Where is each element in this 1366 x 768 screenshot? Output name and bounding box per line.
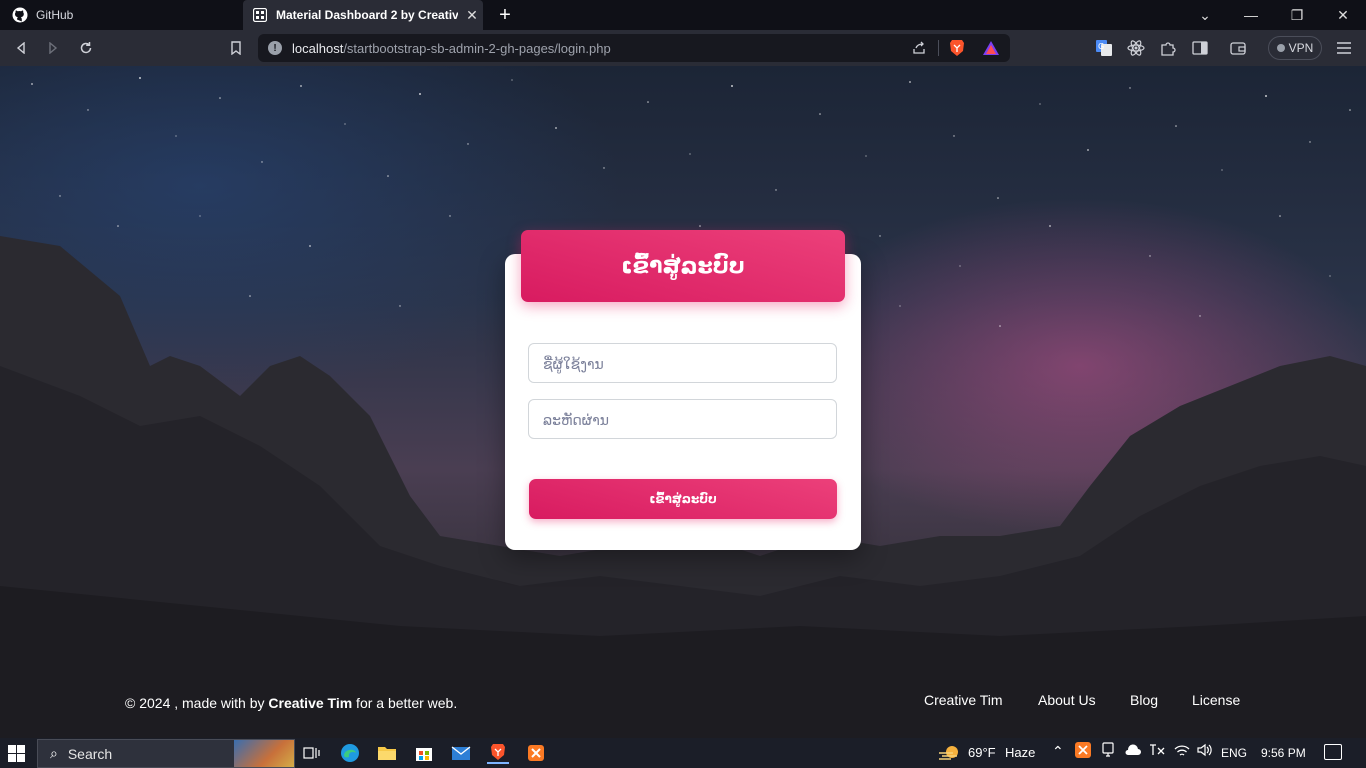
share-icon[interactable] — [908, 37, 930, 59]
tab-github-label: GitHub — [36, 8, 74, 22]
login-card-header: ເຂົ້າສູ່ລະບົບ — [521, 230, 845, 302]
tab-material-dashboard[interactable]: Material Dashboard 2 by Creative Tim ✕ — [243, 0, 483, 30]
footer-link-about-us[interactable]: About Us — [1038, 692, 1096, 708]
minimize-icon[interactable]: — — [1228, 0, 1274, 30]
taskbar-search-label: Search — [67, 745, 113, 762]
search-highlight-art-icon — [234, 740, 294, 767]
browser-tab-bar: GitHub Material Dashboard 2 by Creative … — [0, 0, 1366, 30]
brave-browser-icon[interactable] — [487, 742, 509, 764]
username-input[interactable]: ຊື່ຜູ້ໃຊ້ງານ — [528, 343, 837, 383]
notifications-icon[interactable] — [1324, 744, 1342, 760]
volume-icon[interactable] — [1196, 742, 1214, 761]
taskbar-search-box[interactable]: ⌕ Search — [37, 739, 295, 768]
brave-shields-icon[interactable] — [946, 37, 968, 59]
windows-taskbar: ⌕ Search 69°F Haze ⌃ ENG 9:56 PM — [0, 738, 1366, 768]
weather-description[interactable]: Haze — [1005, 745, 1035, 760]
weather-temperature[interactable]: 69°F — [968, 745, 996, 760]
footer-author-link[interactable]: Creative Tim — [268, 695, 352, 711]
clock-time[interactable]: 9:56 PM — [1261, 746, 1306, 760]
footer-link-blog[interactable]: Blog — [1130, 692, 1158, 708]
url-path: /startbootstrap-sb-admin-2-gh-pages/logi… — [343, 41, 611, 56]
file-explorer-icon[interactable] — [376, 742, 398, 764]
password-input[interactable]: ລະຫັດຜ່ານ — [528, 399, 837, 439]
footer-link-creative-tim[interactable]: Creative Tim — [924, 692, 1003, 708]
react-devtools-icon[interactable] — [1125, 37, 1147, 59]
reload-icon[interactable] — [75, 37, 97, 59]
tab-github[interactable]: GitHub — [0, 0, 242, 30]
footer-suffix: for a better web. — [352, 695, 458, 711]
footer-copyright: © 2024 , made with by Creative Tim for a… — [125, 695, 457, 711]
close-tab-icon[interactable]: ✕ — [464, 7, 480, 23]
tab-material-dashboard-label: Material Dashboard 2 by Creative Tim — [276, 8, 458, 22]
brave-rewards-icon[interactable] — [980, 37, 1002, 59]
tray-device-icon[interactable] — [1100, 742, 1116, 761]
bookmark-icon[interactable] — [225, 37, 247, 59]
address-bar-divider — [938, 40, 939, 56]
footer-link-license[interactable]: License — [1192, 692, 1240, 708]
username-placeholder: ຊື່ຜູ້ໃຊ້ງານ — [543, 356, 604, 372]
address-bar[interactable]: ! localhost/startbootstrap-sb-admin-2-gh… — [258, 34, 1010, 62]
github-icon — [12, 7, 28, 23]
tray-cloud-icon[interactable] — [1124, 742, 1142, 761]
wifi-icon[interactable] — [1173, 742, 1191, 761]
browser-toolbar: ! localhost/startbootstrap-sb-admin-2-gh… — [0, 30, 1366, 66]
dashboard-favicon-icon — [252, 7, 268, 23]
tray-ime-icon[interactable] — [1148, 742, 1166, 761]
footer-copyright-text: © 2024 , made with by — [125, 695, 269, 711]
vpn-button[interactable]: VPN — [1268, 36, 1322, 60]
tab-list-chevron-icon[interactable]: ⌄ — [1182, 0, 1228, 30]
back-icon[interactable] — [10, 37, 32, 59]
search-icon: ⌕ — [50, 745, 58, 761]
url-text: localhost/startbootstrap-sb-admin-2-gh-p… — [292, 41, 611, 56]
translate-icon[interactable]: G — [1093, 37, 1115, 59]
extensions-puzzle-icon[interactable] — [1157, 37, 1179, 59]
login-submit-button[interactable]: ເຂົ້າສູ່ລະບົບ — [529, 479, 837, 519]
tray-xampp-icon[interactable] — [1075, 742, 1091, 761]
forward-icon[interactable] — [42, 37, 64, 59]
vpn-label: VPN — [1288, 41, 1314, 55]
new-tab-button[interactable]: + — [494, 4, 516, 26]
windows-start-icon[interactable] — [8, 745, 25, 762]
login-page-background: © 2024 , made with by Creative Tim for a… — [0, 66, 1366, 738]
vpn-status-icon — [1276, 44, 1285, 52]
tray-overflow-chevron-icon[interactable]: ⌃ — [1052, 743, 1064, 760]
password-placeholder: ລະຫັດຜ່ານ — [543, 412, 609, 428]
svg-text:G: G — [1098, 42, 1104, 51]
close-window-icon[interactable]: ✕ — [1320, 0, 1366, 30]
site-info-icon[interactable]: ! — [268, 41, 282, 55]
login-title: ເຂົ້າສູ່ລະບົບ — [621, 253, 745, 278]
microsoft-store-icon[interactable] — [413, 742, 435, 764]
edge-browser-icon[interactable] — [339, 742, 361, 764]
language-indicator[interactable]: ENG — [1221, 746, 1247, 760]
menu-icon[interactable] — [1333, 37, 1355, 59]
xampp-icon[interactable] — [525, 742, 547, 764]
weather-haze-icon[interactable] — [936, 742, 964, 764]
restore-icon[interactable]: ❐ — [1274, 0, 1320, 30]
sidebar-toggle-icon[interactable] — [1189, 37, 1211, 59]
mail-icon[interactable] — [450, 742, 472, 764]
login-submit-label: ເຂົ້າສູ່ລະບົບ — [649, 492, 717, 506]
wallet-icon[interactable] — [1227, 37, 1249, 59]
url-host: localhost — [292, 41, 344, 56]
task-view-icon[interactable] — [301, 742, 323, 764]
